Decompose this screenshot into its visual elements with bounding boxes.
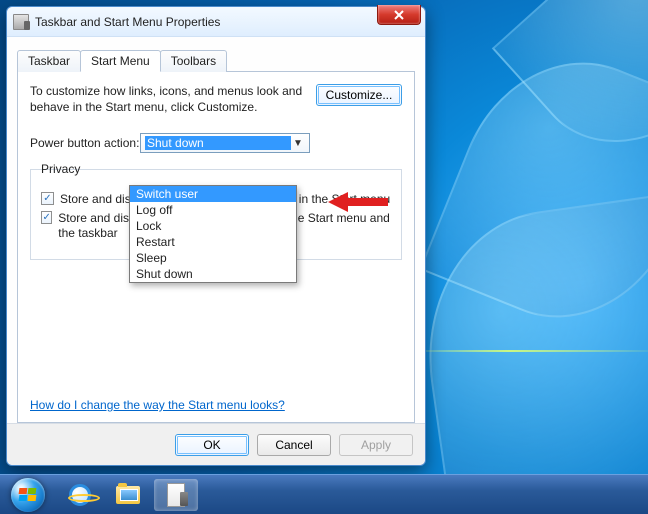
privacy-checkbox-items[interactable]: ✓ bbox=[41, 211, 52, 224]
internet-explorer-icon bbox=[69, 484, 91, 506]
window-title: Taskbar and Start Menu Properties bbox=[35, 15, 220, 29]
chevron-down-icon: ▼ bbox=[291, 138, 305, 149]
option-log-off[interactable]: Log off bbox=[130, 202, 296, 218]
taskbar-item-ie[interactable] bbox=[58, 479, 102, 511]
option-restart[interactable]: Restart bbox=[130, 234, 296, 250]
customize-button[interactable]: Customize... bbox=[316, 84, 402, 106]
intro-text: To customize how links, icons, and menus… bbox=[30, 84, 304, 115]
dialog-buttons: OK Cancel Apply bbox=[7, 423, 425, 465]
taskbar-item-explorer[interactable] bbox=[106, 479, 150, 511]
power-button-label: Power button action: bbox=[30, 136, 140, 150]
folder-icon bbox=[116, 486, 140, 504]
start-button[interactable] bbox=[11, 478, 45, 512]
tab-taskbar[interactable]: Taskbar bbox=[17, 50, 81, 72]
close-icon bbox=[394, 10, 404, 20]
option-sleep[interactable]: Sleep bbox=[130, 250, 296, 266]
taskbar-item-properties[interactable] bbox=[154, 479, 198, 511]
privacy-checkbox-programs[interactable]: ✓ bbox=[41, 192, 54, 205]
titlebar[interactable]: Taskbar and Start Menu Properties bbox=[7, 7, 425, 37]
properties-dialog: Taskbar and Start Menu Properties Taskba… bbox=[6, 6, 426, 466]
tab-start-menu[interactable]: Start Menu bbox=[80, 50, 161, 72]
power-button-selected: Shut down bbox=[145, 136, 291, 150]
cancel-button[interactable]: Cancel bbox=[257, 434, 331, 456]
tabs-row: Taskbar Start Menu Toolbars bbox=[17, 49, 415, 72]
window-icon bbox=[13, 14, 29, 30]
ok-button[interactable]: OK bbox=[175, 434, 249, 456]
power-button-select[interactable]: Shut down ▼ bbox=[140, 133, 310, 153]
properties-icon bbox=[167, 483, 185, 507]
apply-button[interactable]: Apply bbox=[339, 434, 413, 456]
option-shut-down[interactable]: Shut down bbox=[130, 266, 296, 282]
help-link[interactable]: How do I change the way the Start menu l… bbox=[30, 398, 285, 412]
power-button-dropdown[interactable]: Switch user Log off Lock Restart Sleep S… bbox=[129, 185, 297, 283]
tab-toolbars[interactable]: Toolbars bbox=[160, 50, 227, 72]
taskbar bbox=[0, 474, 648, 514]
option-switch-user[interactable]: Switch user bbox=[130, 186, 296, 202]
windows-logo-icon bbox=[19, 488, 37, 502]
option-lock[interactable]: Lock bbox=[130, 218, 296, 234]
close-button[interactable] bbox=[377, 5, 421, 25]
